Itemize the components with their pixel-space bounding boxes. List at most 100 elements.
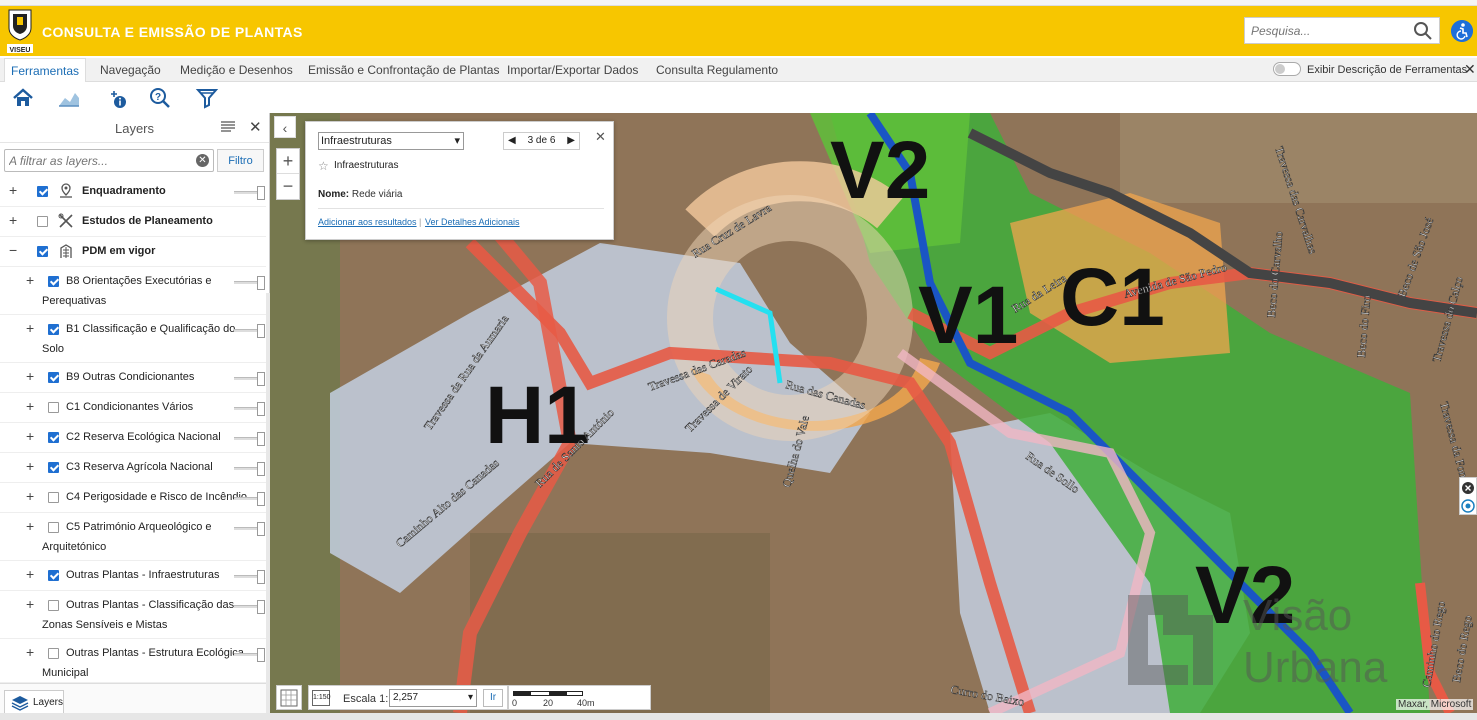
layer-checkbox[interactable] xyxy=(48,432,59,443)
layer-row-c3[interactable]: + C3 Reserva Agrícola Nacional xyxy=(0,453,266,483)
search-box[interactable] xyxy=(1244,17,1440,44)
layer-checkbox[interactable] xyxy=(48,648,59,659)
layer-row-estudos-planeamento[interactable]: + Estudos de Planeamento xyxy=(0,207,266,237)
clear-icon[interactable]: ✕ xyxy=(196,154,209,167)
go-button[interactable]: Ir xyxy=(483,689,503,707)
scale-tick: 40m xyxy=(577,698,595,708)
layer-row-b9[interactable]: + B9 Outras Condicionantes xyxy=(0,363,266,393)
opacity-slider[interactable] xyxy=(234,372,265,386)
expand-icon[interactable]: + xyxy=(26,398,34,414)
expand-icon[interactable]: + xyxy=(26,566,34,582)
tab-importar-exportar[interactable]: Importar/Exportar Dados xyxy=(501,58,644,82)
tab-emissao-confrontacao[interactable]: Emissão e Confrontação de Plantas xyxy=(302,58,505,82)
opacity-slider[interactable] xyxy=(234,492,265,506)
zoom-out-button[interactable]: − xyxy=(277,174,299,199)
layer-checkbox[interactable] xyxy=(48,372,59,383)
expand-icon[interactable]: + xyxy=(26,596,34,612)
search-input[interactable] xyxy=(1245,18,1405,43)
expand-icon[interactable]: + xyxy=(9,182,17,198)
layer-label: Outras Plantas - Classificação das xyxy=(66,599,235,611)
filter-icon[interactable] xyxy=(195,86,219,110)
next-icon[interactable]: ▶ xyxy=(567,133,575,149)
collapse-icon[interactable]: − xyxy=(9,242,17,258)
opacity-slider[interactable] xyxy=(234,186,265,200)
tab-navegacao[interactable]: Navegação xyxy=(94,58,167,82)
expand-icon[interactable]: + xyxy=(9,212,17,228)
svg-text:?: ? xyxy=(155,92,161,103)
layer-row-enquadramento[interactable]: + Enquadramento xyxy=(0,177,266,207)
list-menu-icon[interactable] xyxy=(221,121,235,133)
layer-checkbox[interactable] xyxy=(48,324,59,335)
expand-icon[interactable]: + xyxy=(26,320,34,336)
help-search-icon[interactable]: ? xyxy=(148,86,172,110)
expand-icon[interactable]: + xyxy=(26,368,34,384)
collapse-panel-icon[interactable]: ‹ xyxy=(274,116,296,138)
layers-chart-icon[interactable] xyxy=(57,86,81,110)
scale-tool-button[interactable]: 1:150 xyxy=(312,690,331,706)
scale-control: 1:150 Escala 1: 2,257 Ir xyxy=(308,685,508,710)
layer-row-c2[interactable]: + C2 Reserva Ecológica Nacional xyxy=(0,423,266,453)
tab-ferramentas[interactable]: Ferramentas xyxy=(4,58,87,82)
layer-checkbox[interactable] xyxy=(48,492,59,503)
opacity-slider[interactable] xyxy=(234,324,265,338)
tool-description-toggle[interactable] xyxy=(1273,62,1301,76)
add-info-icon[interactable] xyxy=(106,86,130,110)
layer-row-b1[interactable]: + B1 Classificação e Qualificação do Sol… xyxy=(0,315,266,363)
close-icon[interactable]: ✕ xyxy=(595,129,606,145)
layer-filter-input[interactable] xyxy=(5,150,185,171)
close-icon[interactable]: ✕ xyxy=(1464,61,1476,78)
layer-row-c5[interactable]: + C5 Património Arqueológico e Arquitetó… xyxy=(0,513,266,561)
layer-row-c1[interactable]: + C1 Condicionantes Vários xyxy=(0,393,266,423)
layer-row-outras-classificacao[interactable]: + Outras Plantas - Classificação das Zon… xyxy=(0,591,266,639)
opacity-slider[interactable] xyxy=(234,432,265,446)
expand-icon[interactable]: + xyxy=(26,644,34,660)
opacity-slider[interactable] xyxy=(234,276,265,290)
layer-row-b8[interactable]: + B8 Orientações Executórias e Perequati… xyxy=(0,267,266,315)
layer-checkbox[interactable] xyxy=(48,570,59,581)
expand-icon[interactable]: + xyxy=(26,272,34,288)
layer-filter-box[interactable]: ✕ xyxy=(4,149,214,172)
layer-checkbox[interactable] xyxy=(48,276,59,287)
opacity-slider[interactable] xyxy=(234,570,265,584)
opacity-slider[interactable] xyxy=(234,600,265,614)
map-side-widget[interactable] xyxy=(1459,477,1477,515)
layer-checkbox[interactable] xyxy=(48,600,59,611)
layer-checkbox[interactable] xyxy=(48,522,59,533)
expand-icon[interactable]: + xyxy=(26,488,34,504)
previous-icon[interactable]: ◀ xyxy=(508,133,516,149)
layer-checkbox[interactable] xyxy=(37,246,48,257)
layer-select[interactable]: Infraestruturas xyxy=(318,132,464,150)
view-details-link[interactable]: Ver Detalhes Adicionais xyxy=(425,217,520,227)
visao-urbana-watermark: Visão Urbana xyxy=(1128,591,1388,690)
layer-row-c4[interactable]: + C4 Perigosidade e Risco de Incêndio xyxy=(0,483,266,513)
expand-icon[interactable]: + xyxy=(26,428,34,444)
add-to-results-link[interactable]: Adicionar aos resultados xyxy=(318,217,417,227)
opacity-slider[interactable] xyxy=(234,522,265,536)
close-icon[interactable]: ✕ xyxy=(249,118,262,136)
filter-button[interactable]: Filtro xyxy=(217,149,264,172)
home-icon[interactable] xyxy=(11,86,35,110)
info-icon[interactable] xyxy=(1460,498,1476,514)
expand-icon[interactable]: + xyxy=(26,458,34,474)
layer-row-pdm-em-vigor[interactable]: − PDM em vigor xyxy=(0,237,266,267)
scale-select[interactable]: 2,257 xyxy=(389,689,477,707)
feature-title: Infraestruturas xyxy=(334,160,399,171)
zoom-in-button[interactable]: + xyxy=(277,149,299,174)
tab-medicao-desenhos[interactable]: Medição e Desenhos xyxy=(174,58,299,82)
layer-row-outras-infraestruturas[interactable]: + Outras Plantas - Infraestruturas xyxy=(0,561,266,591)
layer-row-outras-estrutura-ecologica[interactable]: + Outras Plantas - Estrutura Ecológica M… xyxy=(0,639,266,683)
opacity-slider[interactable] xyxy=(234,462,265,476)
expand-icon[interactable]: + xyxy=(26,518,34,534)
layer-checkbox[interactable] xyxy=(37,186,48,197)
opacity-slider[interactable] xyxy=(234,648,265,662)
accessibility-icon[interactable] xyxy=(1451,20,1473,42)
opacity-slider[interactable] xyxy=(234,402,265,416)
search-icon[interactable] xyxy=(1413,21,1433,41)
map-legend-button[interactable] xyxy=(276,685,302,710)
layer-checkbox[interactable] xyxy=(37,216,48,227)
layer-checkbox[interactable] xyxy=(48,462,59,473)
layer-checkbox[interactable] xyxy=(48,402,59,413)
close-icon[interactable] xyxy=(1460,480,1476,496)
tab-consulta-regulamento[interactable]: Consulta Regulamento xyxy=(650,58,784,82)
star-icon[interactable]: ☆ xyxy=(318,159,329,173)
